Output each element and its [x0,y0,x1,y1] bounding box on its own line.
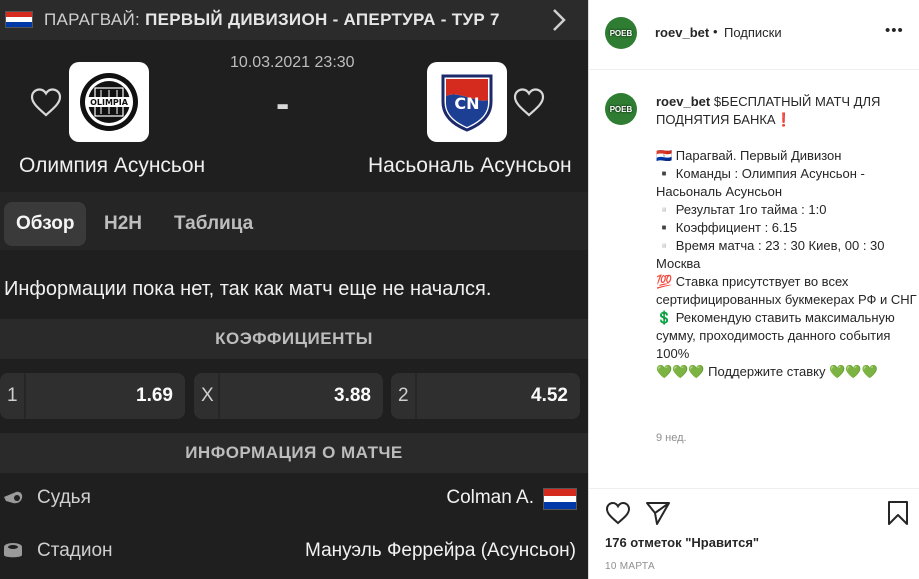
home-team-name[interactable]: Олимпия Асунсьон [19,154,205,178]
score-placeholder: - [276,82,290,126]
share-send-icon[interactable] [645,500,671,526]
no-info-message: Информации пока нет, так как матч еще не… [4,278,492,300]
caption-username-link[interactable]: roev_bet [656,94,710,109]
odds-home-button[interactable]: 1 1.69 [0,373,185,419]
caption-line: ▫️ Время матча : 23 : 30 Киев, 00 : 30 М… [656,238,885,271]
odds-value: 3.88 [334,385,371,406]
like-heart-icon[interactable] [605,500,631,526]
favorite-away-heart-icon[interactable] [512,86,546,120]
separator-dot: • [713,24,718,39]
stadium-label: Стадион [37,540,113,561]
post-date: 10 МАРТА [605,561,655,572]
caption-line: 💯 Ставка присутствует во всех сертифицир… [656,274,917,307]
caption-line: ▪️ Команды : Олимпия Асунсьон - Насьонал… [656,166,865,199]
post-caption: roev_bet $БЕСПЛАТНЫЙ МАТЧ ДЛЯ ПОДНЯТИЯ Б… [656,93,918,381]
chevron-right-icon[interactable] [548,7,570,33]
caption-line: 💲 Рекомендую ставить максимальную сумму,… [656,310,895,361]
odds-label: 1 [7,385,18,406]
post-actions: 176 отметок "Нравится" 10 МАРТА [589,488,919,579]
favorite-home-heart-icon[interactable] [29,86,63,120]
referee-paraguay-flag-icon [543,488,577,510]
match-datetime: 10.03.2021 23:30 [230,54,355,71]
match-info-header: ИНФОРМАЦИЯ О МАТЧЕ [0,433,588,473]
whistle-icon [4,491,23,504]
username-link[interactable]: roev_bet [655,25,709,40]
tab-overview[interactable]: Обзор [4,202,87,246]
odds-away-button[interactable]: 2 4.52 [391,373,580,419]
olimpia-crest-icon: OLIMPIA [80,73,138,131]
tab-table[interactable]: Таблица [162,202,265,246]
referee-label: Судья [37,487,91,508]
bookmark-icon[interactable] [885,500,911,526]
more-options-icon[interactable]: ••• [885,22,904,39]
caption-avatar[interactable]: РОЕВ [605,93,637,125]
away-team-logo[interactable]: CN [427,62,507,142]
svg-text:OLIMPIA: OLIMPIA [90,98,129,107]
instagram-post-panel: РОЕВ roev_bet • Подписки ••• РОЕВ roev_b… [588,0,919,579]
tab-bar [0,192,588,250]
referee-value: Colman A. [446,487,534,508]
svg-text:CN: CN [454,94,479,113]
nacional-crest-icon: CN [441,74,493,132]
league-bar[interactable]: ПАРАГВАЙ: ПЕРВЫЙ ДИВИЗИОН - АПЕРТУРА - Т… [0,0,588,40]
home-team-logo[interactable]: OLIMPIA [69,62,149,142]
odds-value: 4.52 [531,385,568,406]
tab-h2h[interactable]: H2H [92,202,154,246]
stadium-value: Мануэль Феррейра (Асунсьон) [305,540,576,561]
caption-line: 🇵🇾 Парагвай. Первый Дивизон [656,148,842,163]
post-header: РОЕВ roev_bet • Подписки ••• [589,0,919,70]
paraguay-flag-icon [5,11,33,28]
likes-count[interactable]: 176 отметок "Нравится" [605,535,759,550]
caption-line: ▫️ Результат 1го тайма : 1:0 [656,202,827,217]
away-team-name[interactable]: Насьональ Асунсьон [368,154,572,178]
match-panel: ПАРАГВАЙ: ПЕРВЫЙ ДИВИЗИОН - АПЕРТУРА - Т… [0,0,588,579]
odds-value: 1.69 [136,385,173,406]
league-title: ПАРАГВАЙ: ПЕРВЫЙ ДИВИЗИОН - АПЕРТУРА - Т… [44,10,500,29]
caption-line: 💚💚💚 Поддержите ставку 💚💚💚 [656,364,878,379]
odds-header: КОЭФФИЦИЕНТЫ [0,319,588,359]
stadium-icon [4,543,22,558]
post-time-ago[interactable]: 9 нед. [656,432,687,444]
odds-label: X [201,385,214,406]
odds-draw-button[interactable]: X 3.88 [194,373,383,419]
following-button[interactable]: Подписки [724,25,782,40]
avatar[interactable]: РОЕВ [605,17,637,49]
caption-line: ▪️ Коэффициент : 6.15 [656,220,798,235]
odds-label: 2 [398,385,409,406]
